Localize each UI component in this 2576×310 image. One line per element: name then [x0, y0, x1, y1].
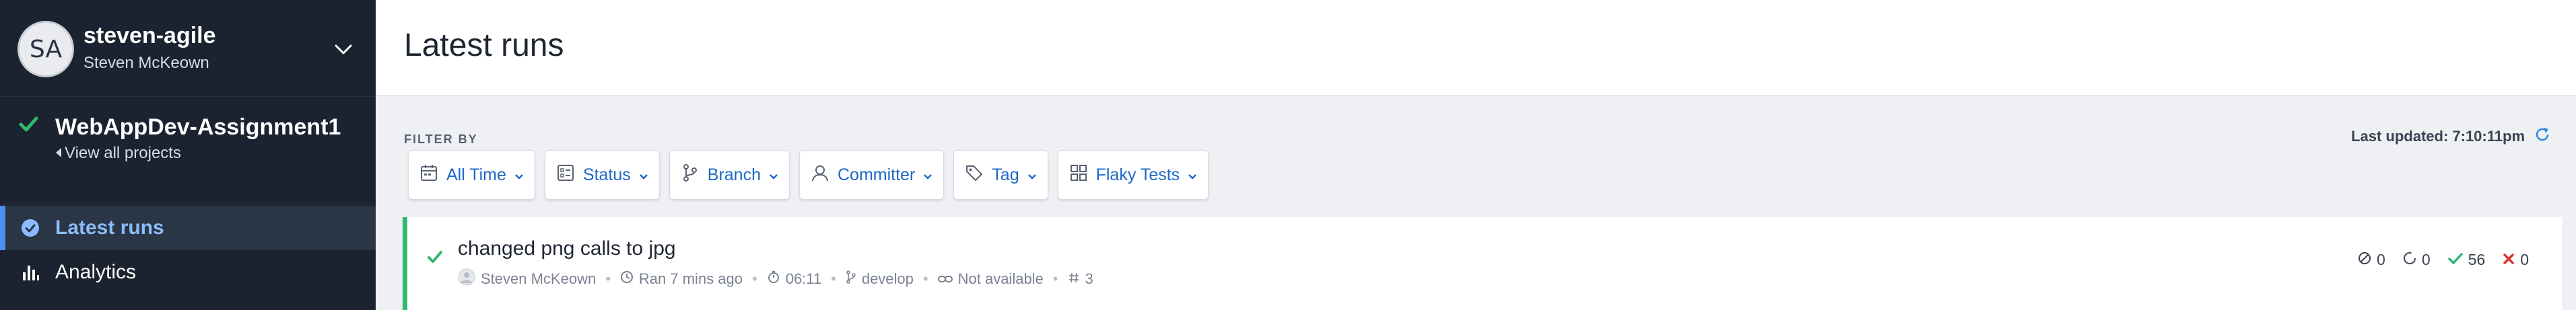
run-number: 3: [1068, 270, 1093, 288]
tag-icon: [965, 163, 984, 187]
chevron-down-icon: [769, 165, 778, 185]
branch-icon: [681, 163, 700, 187]
status-list-icon: [556, 163, 575, 187]
branch-icon: [846, 270, 856, 288]
passed-count: 56: [2468, 251, 2486, 268]
filter-label-text: Committer: [838, 165, 916, 184]
run-stats: 0 0 56 0: [2358, 251, 2529, 269]
duration-text: 06:11: [785, 270, 822, 287]
view-all-projects-link[interactable]: View all projects: [55, 144, 181, 163]
nav-label: Latest runs: [55, 217, 164, 239]
link-icon: [937, 270, 953, 288]
grid-icon: [1069, 163, 1088, 187]
filter-label-text: Tag: [992, 165, 1019, 184]
run-link: Not available: [937, 270, 1044, 288]
separator-dot: •: [605, 270, 611, 287]
stat-passed: 56: [2447, 251, 2486, 269]
clock-icon: [620, 270, 634, 288]
filter-all-time-button[interactable]: All Time: [408, 150, 535, 200]
caret-left-icon: [55, 144, 62, 163]
stat-failed: 0: [2503, 251, 2529, 269]
last-updated: Last updated: 7:10:11pm: [2351, 126, 2550, 147]
filter-label: FILTER BY: [404, 132, 478, 146]
stopwatch-icon: [767, 270, 780, 288]
separator-dot: •: [1052, 270, 1058, 287]
last-updated-text: Last updated: 7:10:11pm: [2351, 128, 2525, 145]
run-branch: develop: [846, 270, 914, 288]
project-header: WebAppDev-Assignment1 View all projects: [0, 97, 376, 204]
separator-dot: •: [752, 270, 757, 287]
filter-flaky-tests-button[interactable]: Flaky Tests: [1057, 150, 1209, 200]
run-number-text: 3: [1085, 270, 1093, 287]
filter-committer-button[interactable]: Committer: [799, 150, 945, 200]
stat-pending: 0: [2403, 251, 2431, 269]
chevron-down-icon: [639, 165, 648, 185]
org-name: steven-agile: [83, 23, 216, 48]
chevron-down-icon: [514, 165, 524, 185]
skipped-icon: [2358, 251, 2371, 269]
filter-label-text: Flaky Tests: [1095, 165, 1180, 184]
link-text: Not available: [957, 270, 1044, 287]
stat-skipped: 0: [2358, 251, 2385, 269]
check-icon: [426, 248, 444, 266]
project-name: WebAppDev-Assignment1: [55, 114, 341, 140]
chevron-down-icon: [1027, 165, 1037, 185]
ran-text: Ran 7 mins ago: [638, 270, 743, 287]
filter-label-text: All Time: [446, 165, 506, 184]
calendar-icon: [419, 163, 438, 187]
filter-bar: All Time Status Branch Committer Tag Fla…: [408, 150, 1209, 200]
page-title: Latest runs: [404, 28, 564, 63]
refresh-icon[interactable]: [2534, 126, 2550, 147]
org-switcher[interactable]: SA steven-agile Steven McKeown: [0, 0, 376, 97]
check-icon: [2447, 251, 2463, 269]
nav-item-latest-runs[interactable]: Latest runs: [0, 206, 376, 250]
branch-text: develop: [861, 270, 914, 287]
filter-label-text: Status: [582, 165, 631, 184]
view-all-label: View all projects: [65, 144, 181, 162]
sidebar: SA steven-agile Steven McKeown WebAppDev…: [0, 0, 376, 310]
nav-item-analytics[interactable]: Analytics: [0, 250, 376, 295]
filter-label-text: Branch: [707, 165, 761, 184]
avatar-icon: [458, 268, 475, 290]
hash-icon: [1068, 270, 1080, 288]
separator-dot: •: [922, 270, 928, 287]
check-circle-icon: [20, 218, 40, 238]
filter-tag-button[interactable]: Tag: [953, 150, 1048, 200]
avatar: SA: [18, 21, 74, 77]
run-title[interactable]: changed png calls to jpg: [458, 237, 676, 260]
separator-dot: •: [831, 270, 836, 287]
x-icon: [2503, 251, 2515, 269]
failed-count: 0: [2520, 251, 2529, 268]
main-content: Latest runs FILTER BY All Time Status Br…: [376, 0, 2576, 310]
chevron-down-icon: [1188, 165, 1197, 185]
run-row[interactable]: changed png calls to jpg Steven McKeown …: [403, 217, 2563, 310]
user-icon: [811, 163, 829, 187]
page-header: Latest runs: [376, 0, 2576, 95]
pending-count: 0: [2421, 251, 2431, 268]
pending-icon: [2403, 251, 2416, 269]
chevron-down-icon: [923, 165, 933, 185]
committer-name: Steven McKeown: [481, 270, 597, 287]
run-meta: Steven McKeown • Ran 7 mins ago • 06:11 …: [458, 268, 1093, 290]
filter-status-button[interactable]: Status: [544, 150, 660, 200]
bar-chart-icon: [20, 262, 40, 282]
run-committer: Steven McKeown: [458, 268, 596, 290]
org-user: Steven McKeown: [83, 54, 209, 72]
check-icon: [18, 113, 42, 137]
filter-branch-button[interactable]: Branch: [669, 150, 790, 200]
run-duration: 06:11: [767, 270, 821, 288]
nav-label: Analytics: [55, 261, 137, 283]
skipped-count: 0: [2377, 251, 2385, 268]
chevron-down-icon[interactable]: [331, 38, 355, 62]
run-time: Ran 7 mins ago: [620, 270, 743, 288]
